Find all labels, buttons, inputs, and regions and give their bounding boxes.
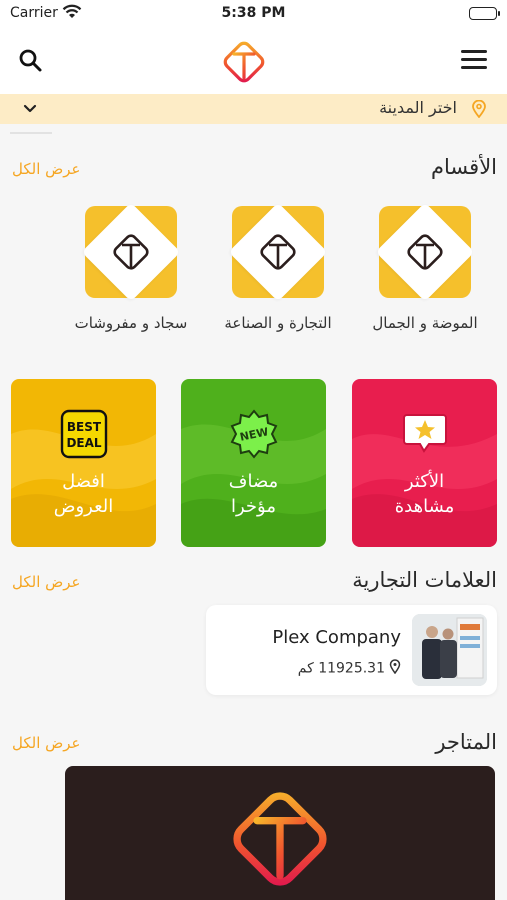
brand-photo: [412, 614, 487, 686]
category-label: الموضة و الجمال: [372, 314, 478, 332]
category-label: سجاد و مفروشات: [74, 314, 188, 332]
category-label: التجارة و الصناعة: [224, 314, 332, 332]
battery-icon: [469, 7, 500, 20]
category-tile: [375, 202, 475, 302]
top-nav-bar: [0, 30, 507, 94]
status-time: 5:38 PM: [221, 5, 286, 21]
brand-distance: 11925.31 كم: [298, 659, 401, 678]
star-message-icon: [402, 409, 448, 459]
store-logo-icon: [233, 792, 327, 886]
status-bar: Carrier 5:38 PM: [0, 0, 507, 30]
chevron-down-icon[interactable]: [22, 100, 38, 120]
location-pin-icon: [471, 99, 487, 119]
store-banner[interactable]: [65, 766, 495, 900]
stores-title: المتاجر: [435, 730, 497, 754]
promo-label-line1: الأكثر: [404, 471, 445, 492]
category-fashion-beauty[interactable]: الموضة و الجمال: [355, 196, 495, 332]
categories-title: الأقسام: [431, 155, 497, 179]
tab-divider: [10, 132, 52, 134]
promo-most-viewed[interactable]: الأكثر مشاهدة: [352, 379, 497, 547]
promo-label-line2: مؤخرا: [231, 496, 276, 517]
location-pin-icon: [389, 659, 401, 678]
category-trade-industry[interactable]: التجارة و الصناعة: [208, 196, 348, 332]
promo-recently-added[interactable]: NEW مضاف مؤخرا: [181, 379, 326, 547]
hamburger-menu-icon[interactable]: [461, 50, 487, 72]
stores-view-all-link[interactable]: عرض الكل: [12, 734, 81, 752]
promo-best-offers[interactable]: BEST DEAL افضل العروض: [11, 379, 156, 547]
brands-title: العلامات التجارية: [352, 568, 497, 592]
app-logo-icon: [220, 38, 268, 86]
category-tile: [81, 202, 181, 302]
categories-view-all-link[interactable]: عرض الكل: [12, 160, 81, 178]
promo-label-line2: العروض: [53, 496, 114, 517]
promo-label-line2: مشاهدة: [394, 496, 455, 517]
new-badge-icon: NEW: [229, 409, 279, 463]
search-icon[interactable]: [16, 46, 46, 76]
brands-view-all-link[interactable]: عرض الكل: [12, 573, 81, 591]
brand-name: Plex Company: [272, 627, 401, 648]
promo-label-line1: افضل: [62, 471, 105, 492]
city-selector[interactable]: اختر المدينة: [0, 94, 507, 124]
city-selector-label: اختر المدينة: [379, 98, 457, 117]
brand-card[interactable]: Plex Company 11925.31 كم: [206, 605, 497, 695]
best-deal-icon: BEST DEAL: [59, 409, 109, 463]
category-carpets-furnishings[interactable]: سجاد و مفروشات: [61, 196, 201, 332]
best-deal-text-line1: BEST: [66, 420, 101, 434]
promo-label-line1: مضاف: [228, 471, 279, 492]
category-tile: [228, 202, 328, 302]
brand-distance-value: 11925.31 كم: [297, 660, 385, 677]
best-deal-text-line2: DEAL: [66, 436, 101, 450]
